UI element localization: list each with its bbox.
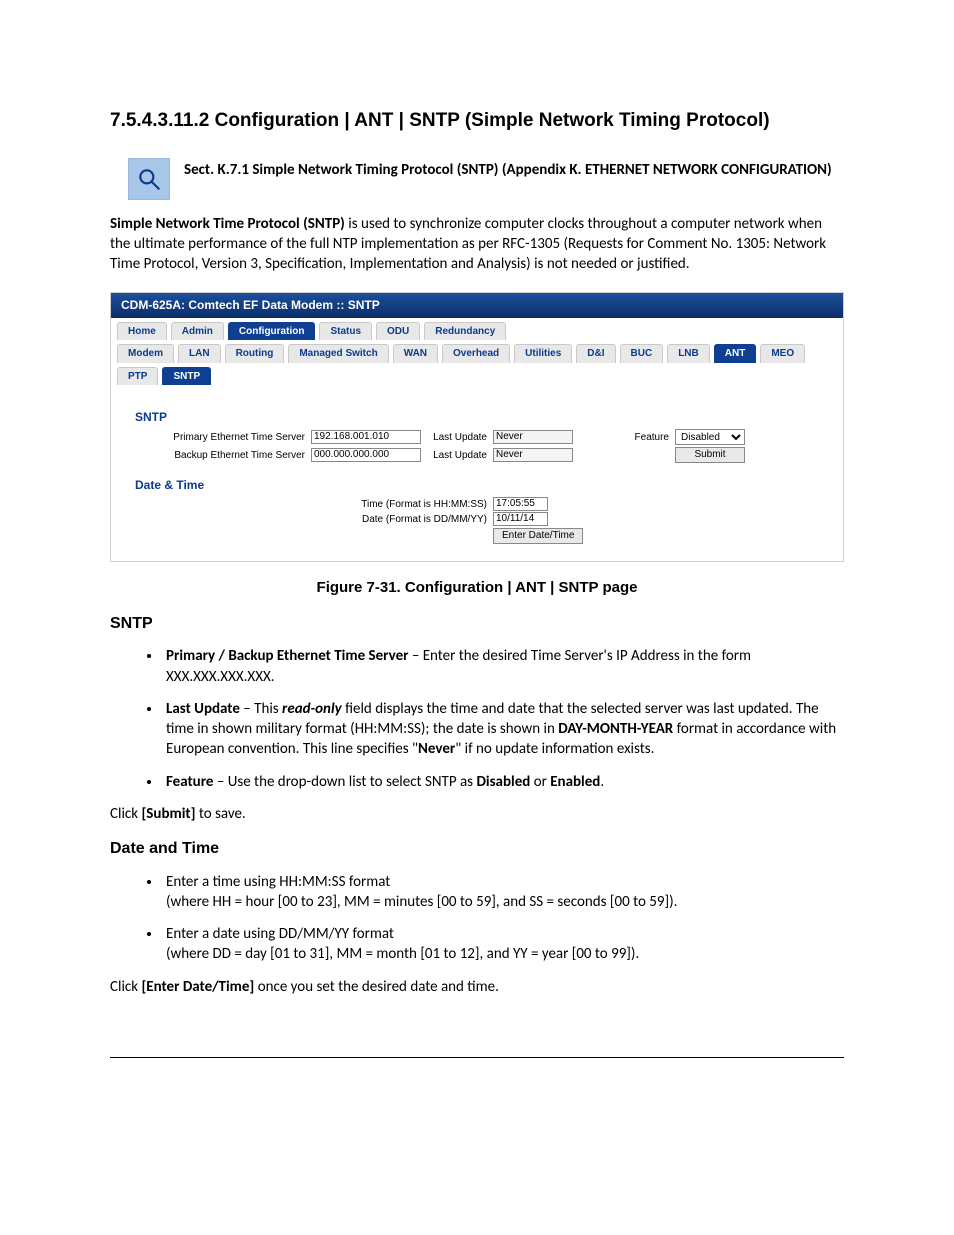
dt-b1-l1: Enter a time using HH:MM:SS format [166, 873, 390, 891]
sl-c: to save. [195, 805, 245, 823]
submit-instruction: Click [Submit] to save. [110, 804, 844, 824]
enter-instruction: Click [Enter Date/Time] once you set the… [110, 977, 844, 997]
tab-d-i[interactable]: D&I [576, 344, 615, 363]
tab-status[interactable]: Status [319, 322, 372, 341]
feature-select[interactable]: Disabled [675, 429, 745, 445]
sl-a: Click [110, 805, 141, 823]
sntp-grid: Primary Ethernet Time Server Last Update… [135, 429, 819, 463]
list-item: Last Update – This read-only field displ… [162, 699, 844, 760]
sntp-subheading: SNTP [110, 613, 844, 635]
datetime-bullet-list: Enter a time using HH:MM:SS format (wher… [110, 872, 844, 965]
b1-strong: Primary / Backup Ethernet Time Server [166, 647, 408, 665]
sl-b: [Submit] [141, 805, 195, 823]
list-item: Enter a time using HH:MM:SS format (wher… [162, 872, 844, 913]
tab-buc[interactable]: BUC [620, 344, 664, 363]
el-a: Click [110, 978, 141, 996]
intro-paragraph: Simple Network Time Protocol (SNTP) is u… [110, 214, 844, 275]
section-heading: 7.5.4.3.11.2 Configuration | ANT | SNTP … [110, 108, 844, 134]
tab-lnb[interactable]: LNB [667, 344, 710, 363]
dt-b2-l2: (where DD = day [01 to 31], MM = month [… [166, 945, 639, 963]
b2-s3: Never [418, 740, 455, 758]
primary-server-label: Primary Ethernet Time Server [135, 431, 305, 445]
last-update-label-2: Last Update [427, 449, 487, 463]
list-item: Enter a date using DD/MM/YY format (wher… [162, 924, 844, 965]
feature-label: Feature [579, 431, 669, 445]
datetime-subheading: Date and Time [110, 838, 844, 860]
date-input[interactable] [493, 512, 548, 526]
tab-meo[interactable]: MEO [760, 344, 805, 363]
b2-s2: DAY-MONTH-YEAR [558, 720, 673, 738]
tab-row-1: HomeAdminConfigurationStatusODURedundanc… [111, 318, 843, 341]
tab-home[interactable]: Home [117, 322, 167, 341]
tab-ant[interactable]: ANT [714, 344, 757, 363]
tab-ptp[interactable]: PTP [117, 367, 158, 386]
last-update-backup [493, 448, 573, 462]
el-c: once you set the desired date and time. [254, 978, 499, 996]
enter-datetime-button[interactable]: Enter Date/Time [493, 528, 583, 544]
reference-text: Sect. K.7.1 Simple Network Timing Protoc… [184, 158, 832, 180]
b3-s3: Enabled [550, 773, 600, 791]
tab-wan[interactable]: WAN [393, 344, 438, 363]
dt-b2-l1: Enter a date using DD/MM/YY format [166, 925, 394, 943]
tab-odu[interactable]: ODU [376, 322, 420, 341]
b3-p2: or [530, 773, 550, 791]
b2-strong: Last Update [166, 700, 240, 718]
tab-routing[interactable]: Routing [225, 344, 285, 363]
list-item: Primary / Backup Ethernet Time Server – … [162, 646, 844, 687]
tab-admin[interactable]: Admin [171, 322, 224, 341]
time-label: Time (Format is HH:MM:SS) [207, 498, 487, 512]
sntp-bullet-list: Primary / Backup Ethernet Time Server – … [110, 646, 844, 792]
intro-strong: Simple Network Time Protocol (SNTP) [110, 215, 345, 233]
primary-server-input[interactable] [311, 430, 421, 444]
tab-modem[interactable]: Modem [117, 344, 174, 363]
last-update-label-1: Last Update [427, 431, 487, 445]
list-item: Feature – Use the drop-down list to sele… [162, 772, 844, 792]
b3-strong: Feature [166, 773, 213, 791]
time-input[interactable] [493, 497, 548, 511]
figure-caption: Figure 7-31. Configuration | ANT | SNTP … [110, 578, 844, 598]
el-b: [Enter Date/Time] [141, 978, 254, 996]
dt-b1-l2: (where HH = hour [00 to 23], MM = minute… [166, 893, 677, 911]
last-update-primary [493, 430, 573, 444]
tab-utilities[interactable]: Utilities [514, 344, 572, 363]
submit-button[interactable]: Submit [675, 447, 745, 463]
magnifier-icon [128, 158, 170, 200]
backup-server-label: Backup Ethernet Time Server [135, 449, 305, 463]
datetime-section-label: Date & Time [135, 477, 819, 493]
tab-lan[interactable]: LAN [178, 344, 221, 363]
tab-row-2: ModemLANRoutingManaged Switch WANOverhead… [111, 340, 843, 363]
tab-managed-switch[interactable]: Managed Switch [288, 344, 388, 363]
tab-sntp[interactable]: SNTP [162, 367, 211, 386]
b2-em: read-only [282, 700, 342, 718]
tab-row-3: PTPSNTP [111, 363, 843, 386]
b3-p3: . [600, 773, 604, 791]
date-label: Date (Format is DD/MM/YY) [207, 513, 487, 527]
reference-callout: Sect. K.7.1 Simple Network Timing Protoc… [110, 158, 844, 200]
b3-p1: – Use the drop-down list to select SNTP … [213, 773, 476, 791]
b2-p4: " if no update information exists. [455, 740, 654, 758]
backup-server-input[interactable] [311, 448, 421, 462]
window-title: CDM-625A: Comtech EF Data Modem :: SNTP [111, 293, 843, 317]
tab-overhead[interactable]: Overhead [442, 344, 510, 363]
b2-p1: – This [240, 700, 282, 718]
b3-s2: Disabled [476, 773, 530, 791]
tab-redundancy[interactable]: Redundancy [424, 322, 506, 341]
footer-rule [110, 1057, 844, 1058]
sntp-section-label: SNTP [135, 409, 819, 425]
config-screenshot: CDM-625A: Comtech EF Data Modem :: SNTP … [110, 292, 844, 562]
tab-configuration[interactable]: Configuration [228, 322, 316, 341]
